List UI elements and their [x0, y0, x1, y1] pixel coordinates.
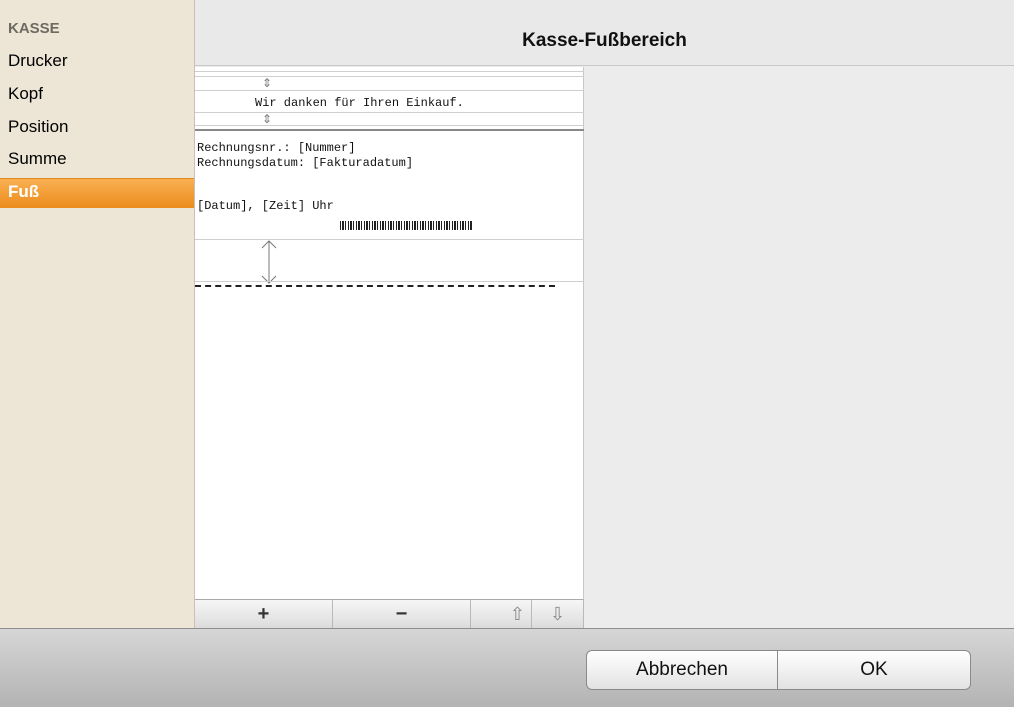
divider	[195, 90, 584, 91]
sidebar-item-kopf[interactable]: Kopf	[0, 81, 194, 111]
divider	[195, 125, 584, 126]
section-divider	[195, 129, 584, 131]
cancel-button[interactable]: Abbrechen	[586, 650, 778, 690]
add-button[interactable]: +	[195, 600, 333, 628]
sidebar-item-position[interactable]: Position	[0, 114, 194, 144]
invoice-date-line[interactable]: Rechnungsdatum: [Fakturadatum]	[197, 156, 413, 170]
date-time-line[interactable]: [Datum], [Zeit] Uhr	[197, 199, 334, 213]
button-bar: Abbrechen OK	[0, 628, 1014, 707]
barcode	[340, 221, 472, 230]
editor-toolbar: + − ⇧ ⇩	[195, 599, 584, 628]
cut-line	[195, 285, 555, 287]
page-title: Kasse-Fußbereich	[195, 0, 1014, 66]
resize-handle-icon[interactable]: ⇕	[262, 113, 272, 125]
invoice-number-line[interactable]: Rechnungsnr.: [Nummer]	[197, 141, 355, 155]
ok-button[interactable]: OK	[777, 650, 971, 690]
spacing-arrow-icon[interactable]	[259, 239, 279, 285]
move-up-icon[interactable]: ⇧	[471, 600, 532, 628]
sidebar-item-summe[interactable]: Summe	[0, 146, 194, 176]
remove-button[interactable]: −	[333, 600, 471, 628]
resize-handle-icon[interactable]: ⇕	[262, 77, 272, 89]
sidebar-item-drucker[interactable]: Drucker	[0, 48, 194, 78]
receipt-editor[interactable]: ⇕ Wir danken für Ihren Einkauf. ⇕ Rechnu…	[195, 67, 584, 599]
move-down-icon[interactable]: ⇩	[532, 600, 584, 628]
header-text[interactable]: Wir danken für Ihren Einkauf.	[255, 96, 464, 110]
divider	[195, 71, 584, 72]
sidebar: KASSE Drucker Kopf Position Summe Fuß	[0, 0, 195, 628]
divider	[195, 239, 584, 240]
sidebar-heading: KASSE	[8, 20, 60, 37]
main-panel: Kasse-Fußbereich ⇕ Wir danken für Ihren …	[195, 0, 1014, 628]
divider	[195, 281, 584, 282]
divider	[195, 76, 584, 77]
sidebar-item-fuss[interactable]: Fuß	[0, 178, 194, 208]
divider	[195, 112, 584, 113]
